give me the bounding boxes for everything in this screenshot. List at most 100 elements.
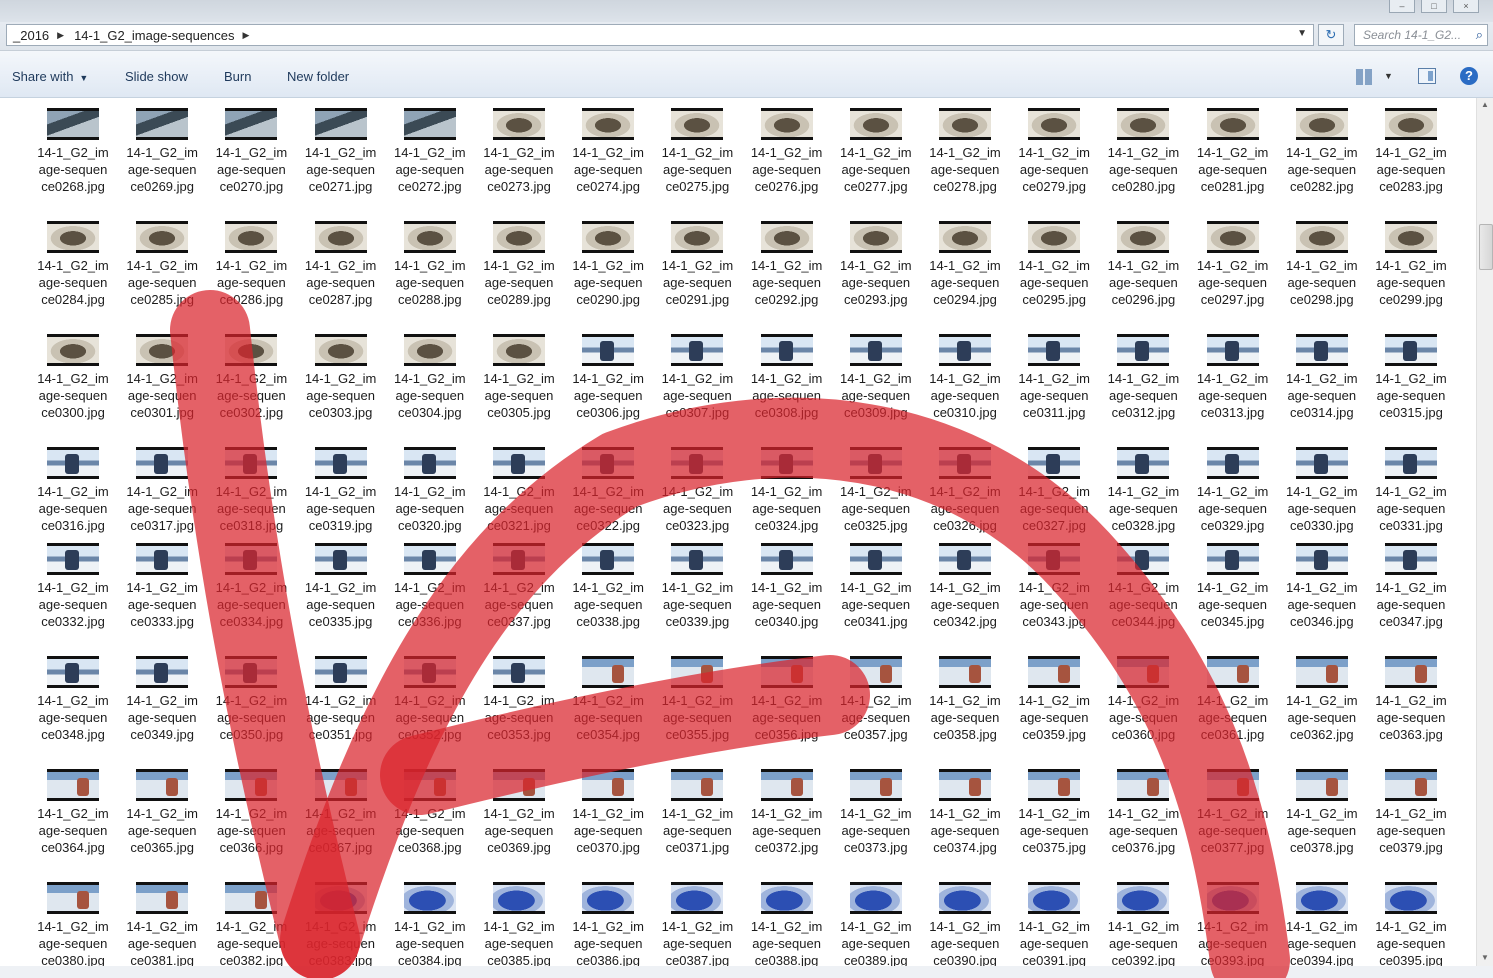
maximize-button[interactable]: □ [1421,0,1447,13]
file-item[interactable]: 14-1_G2_im age-sequen ce0282.jpg [1278,98,1366,195]
file-item[interactable]: 14-1_G2_im age-sequen ce0273.jpg [475,98,563,195]
file-item[interactable]: 14-1_G2_im age-sequen ce0369.jpg [475,759,563,856]
file-item[interactable]: 14-1_G2_im age-sequen ce0289.jpg [475,211,563,308]
file-item[interactable]: 14-1_G2_im age-sequen ce0357.jpg [832,646,920,743]
file-item[interactable]: 14-1_G2_im age-sequen ce0391.jpg [1010,872,1098,966]
file-item[interactable]: 14-1_G2_im age-sequen ce0392.jpg [1099,872,1187,966]
refresh-icon[interactable]: ↻ [1318,24,1344,46]
file-item[interactable]: 14-1_G2_im age-sequen ce0368.jpg [386,759,474,856]
file-item[interactable]: 14-1_G2_im age-sequen ce0277.jpg [832,98,920,195]
file-item[interactable]: 14-1_G2_im age-sequen ce0279.jpg [1010,98,1098,195]
file-item[interactable]: 14-1_G2_im age-sequen ce0334.jpg [207,533,295,630]
file-item[interactable]: 14-1_G2_im age-sequen ce0296.jpg [1099,211,1187,308]
file-item[interactable]: 14-1_G2_im age-sequen ce0275.jpg [653,98,741,195]
file-item[interactable]: 14-1_G2_im age-sequen ce0297.jpg [1189,211,1277,308]
file-item[interactable]: 14-1_G2_im age-sequen ce0276.jpg [743,98,831,195]
file-item[interactable]: 14-1_G2_im age-sequen ce0341.jpg [832,533,920,630]
file-item[interactable]: 14-1_G2_im age-sequen ce0361.jpg [1189,646,1277,743]
file-item[interactable]: 14-1_G2_im age-sequen ce0347.jpg [1367,533,1455,630]
file-item[interactable]: 14-1_G2_im age-sequen ce0320.jpg [386,437,474,534]
file-item[interactable]: 14-1_G2_im age-sequen ce0319.jpg [297,437,385,534]
file-item[interactable]: 14-1_G2_im age-sequen ce0278.jpg [921,98,1009,195]
file-item[interactable]: 14-1_G2_im age-sequen ce0342.jpg [921,533,1009,630]
file-item[interactable]: 14-1_G2_im age-sequen ce0306.jpg [564,324,652,421]
file-item[interactable]: 14-1_G2_im age-sequen ce0274.jpg [564,98,652,195]
file-item[interactable]: 14-1_G2_im age-sequen ce0344.jpg [1099,533,1187,630]
file-item[interactable]: 14-1_G2_im age-sequen ce0333.jpg [118,533,206,630]
file-item[interactable]: 14-1_G2_im age-sequen ce0372.jpg [743,759,831,856]
file-item[interactable]: 14-1_G2_im age-sequen ce0335.jpg [297,533,385,630]
file-item[interactable]: 14-1_G2_im age-sequen ce0331.jpg [1367,437,1455,534]
breadcrumb-root[interactable]: _2016 [7,28,53,43]
file-item[interactable]: 14-1_G2_im age-sequen ce0388.jpg [743,872,831,966]
file-item[interactable]: 14-1_G2_im age-sequen ce0379.jpg [1367,759,1455,856]
file-item[interactable]: 14-1_G2_im age-sequen ce0322.jpg [564,437,652,534]
file-item[interactable]: 14-1_G2_im age-sequen ce0383.jpg [297,872,385,966]
file-item[interactable]: 14-1_G2_im age-sequen ce0355.jpg [653,646,741,743]
new-folder-button[interactable]: New folder [287,69,349,84]
file-item[interactable]: 14-1_G2_im age-sequen ce0301.jpg [118,324,206,421]
file-item[interactable]: 14-1_G2_im age-sequen ce0311.jpg [1010,324,1098,421]
file-item[interactable]: 14-1_G2_im age-sequen ce0307.jpg [653,324,741,421]
file-item[interactable]: 14-1_G2_im age-sequen ce0302.jpg [207,324,295,421]
scroll-down-icon[interactable]: ▼ [1481,953,1489,962]
file-item[interactable]: 14-1_G2_im age-sequen ce0281.jpg [1189,98,1277,195]
file-item[interactable]: 14-1_G2_im age-sequen ce0385.jpg [475,872,563,966]
file-item[interactable]: 14-1_G2_im age-sequen ce0380.jpg [29,872,117,966]
search-input[interactable]: Search 14-1_G2... ⌕ [1354,24,1488,46]
file-item[interactable]: 14-1_G2_im age-sequen ce0348.jpg [29,646,117,743]
help-icon[interactable]: ? [1460,67,1478,85]
file-item[interactable]: 14-1_G2_im age-sequen ce0299.jpg [1367,211,1455,308]
file-item[interactable]: 14-1_G2_im age-sequen ce0370.jpg [564,759,652,856]
file-item[interactable]: 14-1_G2_im age-sequen ce0373.jpg [832,759,920,856]
file-item[interactable]: 14-1_G2_im age-sequen ce0352.jpg [386,646,474,743]
file-item[interactable]: 14-1_G2_im age-sequen ce0386.jpg [564,872,652,966]
file-item[interactable]: 14-1_G2_im age-sequen ce0283.jpg [1367,98,1455,195]
file-item[interactable]: 14-1_G2_im age-sequen ce0330.jpg [1278,437,1366,534]
file-item[interactable]: 14-1_G2_im age-sequen ce0291.jpg [653,211,741,308]
file-item[interactable]: 14-1_G2_im age-sequen ce0378.jpg [1278,759,1366,856]
file-item[interactable]: 14-1_G2_im age-sequen ce0387.jpg [653,872,741,966]
file-item[interactable]: 14-1_G2_im age-sequen ce0340.jpg [743,533,831,630]
minimize-button[interactable]: – [1389,0,1415,13]
file-item[interactable]: 14-1_G2_im age-sequen ce0309.jpg [832,324,920,421]
file-item[interactable]: 14-1_G2_im age-sequen ce0269.jpg [118,98,206,195]
close-button[interactable]: × [1453,0,1479,13]
file-item[interactable]: 14-1_G2_im age-sequen ce0363.jpg [1367,646,1455,743]
file-item[interactable]: 14-1_G2_im age-sequen ce0288.jpg [386,211,474,308]
file-item[interactable]: 14-1_G2_im age-sequen ce0382.jpg [207,872,295,966]
file-item[interactable]: 14-1_G2_im age-sequen ce0271.jpg [297,98,385,195]
file-item[interactable]: 14-1_G2_im age-sequen ce0317.jpg [118,437,206,534]
file-item[interactable]: 14-1_G2_im age-sequen ce0356.jpg [743,646,831,743]
file-item[interactable]: 14-1_G2_im age-sequen ce0365.jpg [118,759,206,856]
file-item[interactable]: 14-1_G2_im age-sequen ce0310.jpg [921,324,1009,421]
file-item[interactable]: 14-1_G2_im age-sequen ce0287.jpg [297,211,385,308]
file-item[interactable]: 14-1_G2_im age-sequen ce0327.jpg [1010,437,1098,534]
file-item[interactable]: 14-1_G2_im age-sequen ce0328.jpg [1099,437,1187,534]
file-item[interactable]: 14-1_G2_im age-sequen ce0389.jpg [832,872,920,966]
scrollbar-thumb[interactable] [1479,224,1493,270]
file-item[interactable]: 14-1_G2_im age-sequen ce0268.jpg [29,98,117,195]
file-item[interactable]: 14-1_G2_im age-sequen ce0390.jpg [921,872,1009,966]
file-item[interactable]: 14-1_G2_im age-sequen ce0336.jpg [386,533,474,630]
file-item[interactable]: 14-1_G2_im age-sequen ce0371.jpg [653,759,741,856]
file-item[interactable]: 14-1_G2_im age-sequen ce0343.jpg [1010,533,1098,630]
file-item[interactable]: 14-1_G2_im age-sequen ce0298.jpg [1278,211,1366,308]
file-item[interactable]: 14-1_G2_im age-sequen ce0325.jpg [832,437,920,534]
chevron-down-icon[interactable]: ▼ [1384,71,1393,81]
vertical-scrollbar[interactable]: ▲ ▼ [1476,98,1493,966]
file-item[interactable]: 14-1_G2_im age-sequen ce0349.jpg [118,646,206,743]
file-item[interactable]: 14-1_G2_im age-sequen ce0346.jpg [1278,533,1366,630]
file-item[interactable]: 14-1_G2_im age-sequen ce0295.jpg [1010,211,1098,308]
file-item[interactable]: 14-1_G2_im age-sequen ce0362.jpg [1278,646,1366,743]
file-item[interactable]: 14-1_G2_im age-sequen ce0286.jpg [207,211,295,308]
file-item[interactable]: 14-1_G2_im age-sequen ce0308.jpg [743,324,831,421]
file-item[interactable]: 14-1_G2_im age-sequen ce0351.jpg [297,646,385,743]
file-item[interactable]: 14-1_G2_im age-sequen ce0339.jpg [653,533,741,630]
file-item[interactable]: 14-1_G2_im age-sequen ce0354.jpg [564,646,652,743]
file-item[interactable]: 14-1_G2_im age-sequen ce0316.jpg [29,437,117,534]
file-item[interactable]: 14-1_G2_im age-sequen ce0381.jpg [118,872,206,966]
file-item[interactable]: 14-1_G2_im age-sequen ce0304.jpg [386,324,474,421]
file-item[interactable]: 14-1_G2_im age-sequen ce0395.jpg [1367,872,1455,966]
file-item[interactable]: 14-1_G2_im age-sequen ce0376.jpg [1099,759,1187,856]
